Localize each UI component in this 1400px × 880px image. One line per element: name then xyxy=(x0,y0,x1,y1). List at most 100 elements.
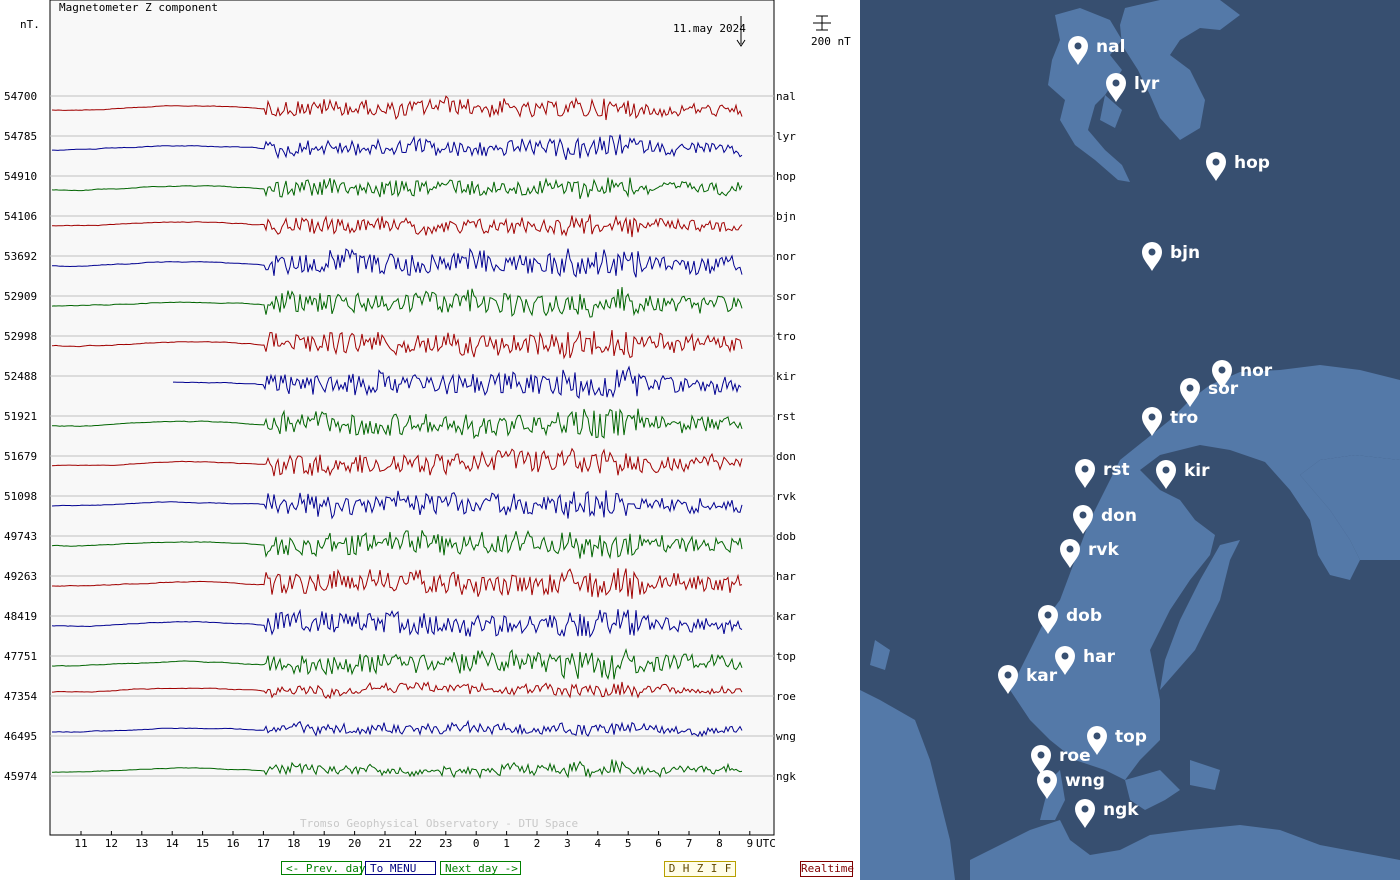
map-marker-label: wng xyxy=(1065,771,1105,791)
pin-hole xyxy=(1066,545,1074,553)
station-label: don xyxy=(776,450,796,463)
map-marker-label: sor xyxy=(1208,379,1239,399)
pin-hole xyxy=(1004,671,1012,679)
station-label: bjn xyxy=(776,210,796,223)
x-tick-label: 16 xyxy=(226,837,239,850)
baseline-value-label: 49263 xyxy=(4,570,37,583)
station-label: kar xyxy=(776,610,796,623)
x-tick-label: 11 xyxy=(74,837,87,850)
component-d-button[interactable]: D xyxy=(665,862,679,876)
pin-hole xyxy=(1148,413,1156,421)
x-tick-label: 12 xyxy=(105,837,118,850)
station-label: lyr xyxy=(776,130,796,143)
baseline-value-label: 45974 xyxy=(4,770,37,783)
x-tick-label: 22 xyxy=(409,837,422,850)
pin-hole xyxy=(1079,511,1087,519)
station-label: wng xyxy=(776,730,796,743)
map-marker-label: lyr xyxy=(1134,74,1160,94)
next-day-button[interactable]: Next day -> xyxy=(440,861,521,875)
map-marker-label: rvk xyxy=(1088,540,1119,560)
baseline-value-label: 51921 xyxy=(4,410,37,423)
pin-hole xyxy=(1044,611,1052,619)
pin-hole xyxy=(1081,465,1089,473)
x-tick-label: 23 xyxy=(439,837,452,850)
baseline-value-label: 47751 xyxy=(4,650,37,663)
map-marker-label: dob xyxy=(1066,606,1102,626)
map-marker-label: kar xyxy=(1026,666,1058,686)
x-tick-label: 14 xyxy=(166,837,180,850)
station-label: sor xyxy=(776,290,796,303)
station-label: hop xyxy=(776,170,796,183)
pin-hole xyxy=(1218,366,1226,374)
x-tick-label: 21 xyxy=(378,837,391,850)
watermark: Tromso Geophysical Observatory - DTU Spa… xyxy=(300,817,578,830)
x-tick-label: 19 xyxy=(318,837,331,850)
pin-hole xyxy=(1061,652,1069,660)
x-tick-label: 4 xyxy=(594,837,601,850)
component-h-button[interactable]: H xyxy=(679,862,693,876)
baseline-value-label: 49743 xyxy=(4,530,37,543)
baseline-value-label: 54910 xyxy=(4,170,37,183)
baseline-value-label: 54700 xyxy=(4,90,37,103)
pin-hole xyxy=(1037,751,1045,759)
pin-hole xyxy=(1074,42,1082,50)
x-tick-label: 3 xyxy=(564,837,571,850)
pin-hole xyxy=(1112,79,1120,87)
pin-hole xyxy=(1093,732,1101,740)
component-i-button[interactable]: I xyxy=(707,862,721,876)
magnetogram-plot: 5470054785549105410653692529095299852488… xyxy=(0,0,860,880)
map-marker-label: ngk xyxy=(1103,800,1139,820)
baseline-value-label: 47354 xyxy=(4,690,37,703)
map-marker-label: hop xyxy=(1234,153,1270,173)
baseline-value-label: 51098 xyxy=(4,490,37,503)
x-tick-label: 8 xyxy=(716,837,723,850)
x-tick-label: 17 xyxy=(257,837,270,850)
x-tick-label: 0 xyxy=(473,837,480,850)
x-tick-label: 18 xyxy=(287,837,300,850)
map-marker-label: har xyxy=(1083,647,1116,667)
station-label: top xyxy=(776,650,796,663)
station-map: nallyr hop bjn norsortro rst kir don rvk dob har k… xyxy=(860,0,1400,880)
x-tick-label: 9 xyxy=(746,837,753,850)
realtime-button[interactable]: Realtime xyxy=(800,861,854,877)
map-marker-label: top xyxy=(1115,727,1147,747)
pin-hole xyxy=(1148,248,1156,256)
baseline-value-label: 54785 xyxy=(4,130,37,143)
prev-day-button[interactable]: <- Prev. day xyxy=(281,861,365,875)
station-label: nor xyxy=(776,250,796,263)
baseline-value-label: 54106 xyxy=(4,210,37,223)
map-marker-label: kir xyxy=(1184,461,1210,481)
map-marker-label: rst xyxy=(1103,460,1130,480)
station-label: rvk xyxy=(776,490,796,503)
station-label: kir xyxy=(776,370,796,383)
x-tick-label: 2 xyxy=(534,837,541,850)
scale-label: 200 nT xyxy=(811,35,851,48)
station-label: rst xyxy=(776,410,796,423)
chart-title: Magnetometer Z component xyxy=(59,1,218,14)
date-label: 11.may 2024 xyxy=(673,22,746,35)
station-label: har xyxy=(776,570,796,583)
station-label: nal xyxy=(776,90,796,103)
map-marker-label: don xyxy=(1101,506,1137,526)
menu-button[interactable]: To MENU xyxy=(365,861,436,875)
x-tick-label: 20 xyxy=(348,837,361,850)
station-label: roe xyxy=(776,690,796,703)
component-selector: D H Z I F xyxy=(664,861,736,877)
station-label: ngk xyxy=(776,770,796,783)
baseline-value-label: 46495 xyxy=(4,730,37,743)
map-marker-label: nal xyxy=(1096,37,1125,57)
baseline-value-label: 53692 xyxy=(4,250,37,263)
component-z-button[interactable]: Z xyxy=(693,862,707,876)
x-tick-label: 1 xyxy=(503,837,510,850)
x-axis-label: UTC xyxy=(756,837,776,850)
x-tick-label: 13 xyxy=(135,837,148,850)
baseline-value-label: 48419 xyxy=(4,610,37,623)
map-marker-label: roe xyxy=(1059,746,1091,766)
station-label: dob xyxy=(776,530,796,543)
x-tick-label: 7 xyxy=(686,837,693,850)
x-tick-label: 6 xyxy=(655,837,662,850)
pin-hole xyxy=(1212,158,1220,166)
pin-hole xyxy=(1081,805,1089,813)
map-marker-label: tro xyxy=(1170,408,1198,428)
component-f-button[interactable]: F xyxy=(721,862,735,876)
